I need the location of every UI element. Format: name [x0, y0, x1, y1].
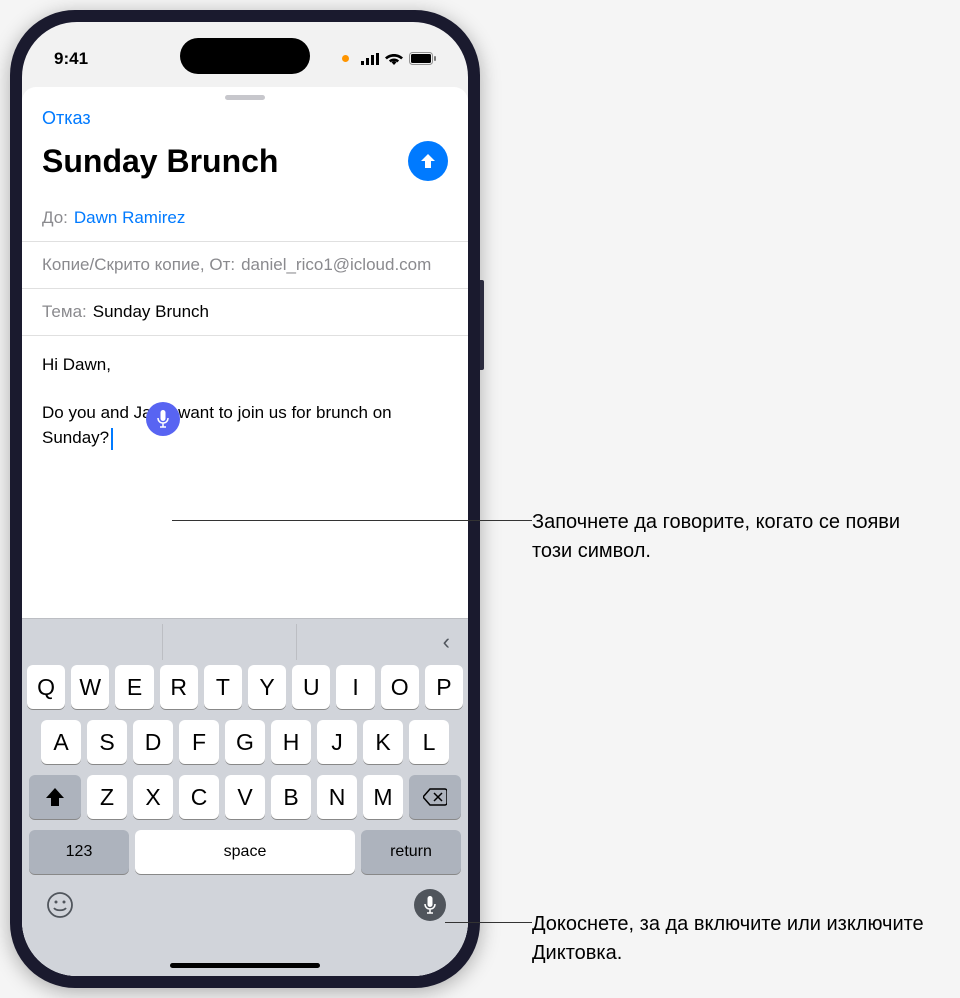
key-j[interactable]: J	[317, 720, 357, 764]
shift-key[interactable]	[29, 775, 81, 819]
key-m[interactable]: M	[363, 775, 403, 819]
key-t[interactable]: T	[204, 665, 242, 709]
key-n[interactable]: N	[317, 775, 357, 819]
text-cursor	[111, 428, 113, 450]
suggestion-slot[interactable]	[169, 624, 298, 660]
key-row-3: ZXCVBNM	[27, 775, 463, 819]
to-value: Dawn Ramirez	[74, 208, 185, 228]
phone-screen: 9:41 Отказ Sunday Brunch До: Dawn Ra	[22, 22, 468, 976]
suggestion-slot[interactable]	[303, 624, 431, 660]
key-k[interactable]: K	[363, 720, 403, 764]
to-label: До:	[42, 208, 68, 228]
compose-title: Sunday Brunch	[42, 143, 278, 180]
home-indicator[interactable]	[170, 963, 320, 968]
status-right	[342, 52, 436, 65]
subject-label: Тема:	[42, 302, 87, 322]
key-b[interactable]: B	[271, 775, 311, 819]
subject-field[interactable]: Тема: Sunday Brunch	[22, 289, 468, 336]
microphone-icon	[156, 410, 170, 428]
key-e[interactable]: E	[115, 665, 153, 709]
callout-line	[172, 520, 532, 521]
cc-from-field[interactable]: Копие/Скрито копие, От: daniel_rico1@icl…	[22, 242, 468, 289]
key-u[interactable]: U	[292, 665, 330, 709]
key-s[interactable]: S	[87, 720, 127, 764]
dictation-indicator[interactable]	[146, 402, 180, 436]
key-i[interactable]: I	[336, 665, 374, 709]
callout-dictation-button: Докоснете, за да включите или изключите …	[532, 910, 942, 968]
key-row-2: ASDFGHJKL	[27, 720, 463, 764]
chevron-left-icon[interactable]: ‹	[437, 629, 456, 655]
key-a[interactable]: A	[41, 720, 81, 764]
key-q[interactable]: Q	[27, 665, 65, 709]
key-v[interactable]: V	[225, 775, 265, 819]
mic-indicator-icon	[342, 55, 349, 62]
key-c[interactable]: C	[179, 775, 219, 819]
suggestion-bar: ‹	[22, 619, 468, 665]
body-text: Do you and Jamil want to join us for bru…	[42, 403, 392, 448]
key-o[interactable]: O	[381, 665, 419, 709]
callout-dictation-bubble: Започнете да говорите, когато се появи т…	[532, 508, 942, 566]
key-h[interactable]: H	[271, 720, 311, 764]
key-g[interactable]: G	[225, 720, 265, 764]
key-r[interactable]: R	[160, 665, 198, 709]
phone-frame: 9:41 Отказ Sunday Brunch До: Dawn Ra	[10, 10, 480, 988]
backspace-key[interactable]	[409, 775, 461, 819]
key-x[interactable]: X	[133, 775, 173, 819]
wifi-icon	[385, 52, 403, 65]
key-d[interactable]: D	[133, 720, 173, 764]
microphone-icon	[423, 895, 437, 915]
subject-value: Sunday Brunch	[93, 302, 209, 322]
from-value: daniel_rico1@icloud.com	[241, 255, 431, 275]
emoji-icon	[46, 891, 74, 919]
send-button[interactable]	[408, 141, 448, 181]
dictation-button[interactable]	[414, 889, 446, 921]
emoji-button[interactable]	[44, 889, 76, 921]
battery-icon	[409, 52, 436, 65]
key-p[interactable]: P	[425, 665, 463, 709]
callout-line	[445, 922, 532, 923]
status-time: 9:41	[54, 49, 88, 69]
dynamic-island	[180, 38, 310, 74]
cc-label: Копие/Скрито копие, От:	[42, 255, 235, 275]
key-row-4: 123 space return	[27, 830, 463, 874]
shift-icon	[45, 788, 65, 806]
side-button	[480, 280, 484, 370]
suggestion-slot[interactable]	[34, 624, 163, 660]
return-key[interactable]: return	[361, 830, 461, 874]
backspace-icon	[423, 788, 447, 806]
body-greeting: Hi Dawn,	[42, 352, 448, 378]
key-y[interactable]: Y	[248, 665, 286, 709]
key-w[interactable]: W	[71, 665, 109, 709]
compose-header: Отказ	[22, 104, 468, 129]
arrow-up-icon	[418, 151, 438, 171]
cancel-button[interactable]: Отказ	[42, 108, 91, 128]
key-z[interactable]: Z	[87, 775, 127, 819]
keyboard-bottom-row	[22, 885, 468, 921]
space-key[interactable]: space	[135, 830, 355, 874]
keyboard: ‹ QWERTYUIOP ASDFGHJKL ZXCVBNM 123 space	[22, 618, 468, 976]
sheet-grabber[interactable]	[225, 95, 265, 100]
cellular-icon	[361, 53, 379, 65]
compose-sheet: Отказ Sunday Brunch До: Dawn Ramirez Коп…	[22, 87, 468, 976]
key-l[interactable]: L	[409, 720, 449, 764]
title-row: Sunday Brunch	[22, 129, 468, 195]
numbers-key[interactable]: 123	[29, 830, 129, 874]
key-row-1: QWERTYUIOP	[27, 665, 463, 709]
to-field[interactable]: До: Dawn Ramirez	[22, 195, 468, 242]
key-f[interactable]: F	[179, 720, 219, 764]
body-textarea[interactable]: Hi Dawn, Do you and Jamil want to join u…	[22, 336, 468, 467]
